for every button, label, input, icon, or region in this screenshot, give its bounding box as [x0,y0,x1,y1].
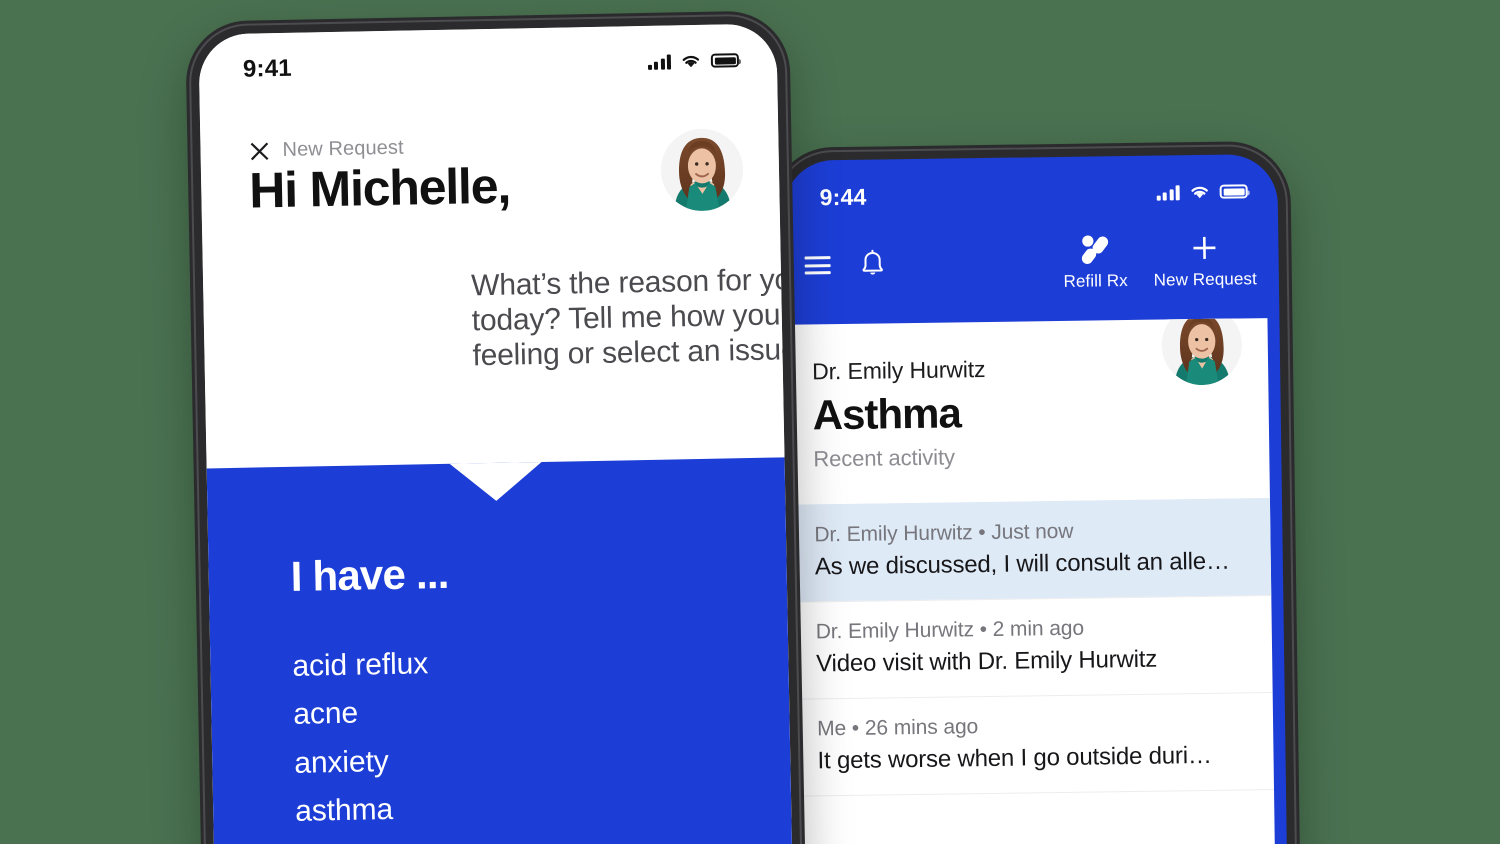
activity-text: Video visit with Dr. Emily Hurwitz [816,645,1158,678]
condition-item-anxiety[interactable]: anxiety [294,739,751,780]
pills-icon [1081,234,1108,264]
activity-text: As we discussed, I will consult an alle… [814,547,1230,581]
case-detail-card: Dr. Emily Hurwitz Asthma Recent activity… [785,318,1276,844]
case-subtitle: Recent activity [813,444,956,472]
activity-meta [818,808,1248,838]
battery-icon [710,53,740,68]
activity-author: Me [816,717,847,741]
case-header: Dr. Emily Hurwitz Asthma Recent activity [785,318,1269,487]
status-icons [647,52,740,70]
toolbar-left-group [804,249,886,280]
battery-icon [1219,184,1248,199]
condition-item-back-pain[interactable]: back pain [296,836,753,844]
page-title: Hi Michelle, [248,157,511,219]
activity-meta: Me • 26 mins ago [817,711,1247,741]
new-request-glyph [1190,230,1220,264]
activity-time: 26 mins ago [864,715,979,740]
activity-separator: • [979,618,988,642]
top-toolbar: Refill Rx New Request [784,216,1279,309]
new-request-button[interactable]: New Request [1153,230,1257,290]
activity-time: Just now [991,519,1074,544]
refill-rx-button[interactable]: Refill Rx [1063,232,1128,292]
phone-left-screen: 9:41 New Request Hi Michelle, What’s the… [198,23,795,844]
status-icons [1156,183,1248,201]
section-title: I have ... [290,549,449,600]
condition-item-acid-reflux[interactable]: acid reflux [292,642,749,683]
refill-rx-glyph [1078,232,1112,266]
activity-separator: • [978,521,986,545]
activity-author: Dr. Emily Hurwitz [814,521,973,547]
activity-meta: Dr. Emily Hurwitz • 2 min ago [816,614,1246,644]
phone-device-left: 9:41 New Request Hi Michelle, What’s the… [185,10,808,844]
request-header-text: New Request Hi Michelle, [248,133,511,219]
cellular-signal-icon [1156,184,1180,201]
wifi-icon [1191,186,1208,199]
toolbar-actions: Refill Rx New Request [1063,230,1257,292]
status-time: 9:41 [242,54,293,83]
refill-rx-label: Refill Rx [1063,270,1128,291]
activity-row[interactable]: Dr. Emily Hurwitz • Just now As we discu… [787,498,1272,602]
activity-row[interactable]: Me • 26 mins ago It gets worse when I go… [790,692,1274,796]
avatar-photo [660,128,744,212]
notification-bell-icon[interactable] [858,249,886,279]
speech-bubble-tail [449,462,543,502]
status-time: 9:44 [819,183,867,210]
phone-device-right: 9:44 Refill Rx New Request Dr. Emily Hur… [770,140,1302,844]
activity-row[interactable]: Dr. Emily Hurwitz • 2 min ago Video visi… [789,595,1273,699]
avatar-photo [1161,318,1243,386]
cellular-signal-icon [647,53,672,70]
activity-row-partial[interactable] [792,789,1275,844]
close-icon[interactable] [248,140,270,162]
new-request-label: New Request [1153,268,1257,290]
request-header: New Request Hi Michelle, [248,128,744,219]
activity-author: Dr. Emily Hurwitz [815,618,975,644]
status-bar-left: 9:41 [198,23,777,92]
hamburger-menu-icon[interactable] [804,256,831,275]
phone-right-screen: 9:44 Refill Rx New Request Dr. Emily Hur… [783,153,1288,844]
condition-item-acne[interactable]: acne [293,690,750,731]
condition-item-asthma[interactable]: asthma [295,787,752,828]
activity-time: 2 min ago [992,616,1085,641]
wifi-icon [682,55,700,68]
activity-separator: • [851,716,860,740]
mockup-stage: 9:44 Refill Rx New Request Dr. Emily Hur… [0,0,1500,844]
breadcrumb-label: New Request [282,136,404,161]
plus-icon [1193,236,1216,259]
case-title: Asthma [812,389,962,439]
doctor-avatar[interactable] [660,128,744,212]
activity-meta: Dr. Emily Hurwitz • Just now [814,517,1244,547]
condition-list: acid reflux acne anxiety asthma back pai… [292,642,752,844]
prompt-text: What’s the reason for your visit today? … [470,262,795,372]
activity-list: Dr. Emily Hurwitz • Just now As we discu… [787,498,1275,844]
status-bar-right: 9:44 [783,154,1278,219]
activity-text: It gets worse when I go outside duri… [817,741,1212,775]
